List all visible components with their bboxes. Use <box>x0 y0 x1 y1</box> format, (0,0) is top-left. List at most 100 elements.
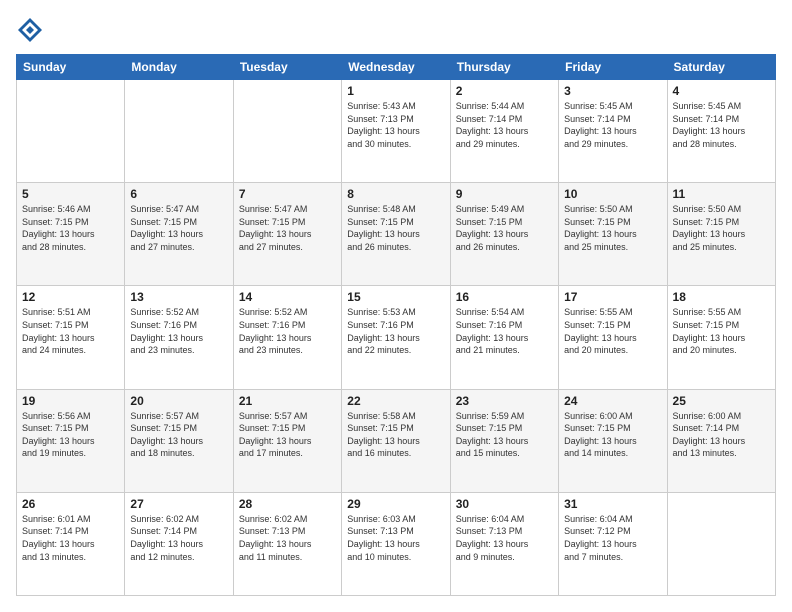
day-info: Sunrise: 5:54 AM Sunset: 7:16 PM Dayligh… <box>456 306 553 356</box>
weekday-header-saturday: Saturday <box>667 55 775 80</box>
calendar-cell: 8Sunrise: 5:48 AM Sunset: 7:15 PM Daylig… <box>342 183 450 286</box>
day-number: 17 <box>564 290 661 304</box>
day-info: Sunrise: 5:53 AM Sunset: 7:16 PM Dayligh… <box>347 306 444 356</box>
day-info: Sunrise: 5:50 AM Sunset: 7:15 PM Dayligh… <box>673 203 770 253</box>
header <box>16 16 776 44</box>
weekday-header-wednesday: Wednesday <box>342 55 450 80</box>
day-number: 16 <box>456 290 553 304</box>
day-info: Sunrise: 6:01 AM Sunset: 7:14 PM Dayligh… <box>22 513 119 563</box>
day-info: Sunrise: 5:52 AM Sunset: 7:16 PM Dayligh… <box>130 306 227 356</box>
calendar-cell: 31 Sunrise: 6:04 AM Sunset: 7:12 PM Dayli… <box>559 492 667 595</box>
day-number: 9 <box>456 187 553 201</box>
day-info: Sunrise: 5:59 AM Sunset: 7:15 PM Dayligh… <box>456 410 553 460</box>
calendar-cell: 16 Sunrise: 5:54 AM Sunset: 7:16 PM Dayli… <box>450 286 558 389</box>
logo-icon <box>16 16 44 44</box>
day-info: Sunrise: 6:02 AM Sunset: 7:13 PM Dayligh… <box>239 513 336 563</box>
day-info: Sunrise: 5:55 AM Sunset: 7:15 PM Dayligh… <box>564 306 661 356</box>
calendar-cell: 21Sunrise: 5:57 AM Sunset: 7:15 PM Dayli… <box>233 389 341 492</box>
calendar-cell: 29Sunrise: 6:03 AM Sunset: 7:13 PM Dayli… <box>342 492 450 595</box>
day-number: 26 <box>22 497 119 511</box>
day-info: Sunrise: 6:02 AM Sunset: 7:14 PM Dayligh… <box>130 513 227 563</box>
logo <box>16 16 48 44</box>
day-number: 7 <box>239 187 336 201</box>
day-number: 4 <box>673 84 770 98</box>
weekday-header-row: SundayMondayTuesdayWednesdayThursdayFrid… <box>17 55 776 80</box>
day-number: 20 <box>130 394 227 408</box>
calendar-cell: 2Sunrise: 5:44 AM Sunset: 7:14 PM Daylig… <box>450 80 558 183</box>
week-row-3: 12 Sunrise: 5:51 AM Sunset: 7:15 PM Dayli… <box>17 286 776 389</box>
day-info: Sunrise: 6:04 AM Sunset: 7:12 PM Dayligh… <box>564 513 661 563</box>
day-info: Sunrise: 5:45 AM Sunset: 7:14 PM Dayligh… <box>673 100 770 150</box>
day-info: Sunrise: 5:47 AM Sunset: 7:15 PM Dayligh… <box>239 203 336 253</box>
day-info: Sunrise: 5:58 AM Sunset: 7:15 PM Dayligh… <box>347 410 444 460</box>
calendar-cell: 17 Sunrise: 5:55 AM Sunset: 7:15 PM Dayli… <box>559 286 667 389</box>
day-info: Sunrise: 5:52 AM Sunset: 7:16 PM Dayligh… <box>239 306 336 356</box>
day-number: 3 <box>564 84 661 98</box>
day-info: Sunrise: 5:51 AM Sunset: 7:15 PM Dayligh… <box>22 306 119 356</box>
day-number: 28 <box>239 497 336 511</box>
calendar-cell <box>667 492 775 595</box>
calendar-cell <box>125 80 233 183</box>
calendar-cell: 6 Sunrise: 5:47 AM Sunset: 7:15 PM Daylig… <box>125 183 233 286</box>
day-number: 14 <box>239 290 336 304</box>
day-info: Sunrise: 5:48 AM Sunset: 7:15 PM Dayligh… <box>347 203 444 253</box>
calendar-cell: 26 Sunrise: 6:01 AM Sunset: 7:14 PM Dayli… <box>17 492 125 595</box>
calendar-cell: 10Sunrise: 5:50 AM Sunset: 7:15 PM Dayli… <box>559 183 667 286</box>
day-number: 30 <box>456 497 553 511</box>
calendar-cell: 27 Sunrise: 6:02 AM Sunset: 7:14 PM Dayli… <box>125 492 233 595</box>
day-info: Sunrise: 5:57 AM Sunset: 7:15 PM Dayligh… <box>239 410 336 460</box>
day-info: Sunrise: 6:00 AM Sunset: 7:15 PM Dayligh… <box>564 410 661 460</box>
calendar-cell: 28 Sunrise: 6:02 AM Sunset: 7:13 PM Dayli… <box>233 492 341 595</box>
day-number: 1 <box>347 84 444 98</box>
day-number: 11 <box>673 187 770 201</box>
calendar-cell: 12 Sunrise: 5:51 AM Sunset: 7:15 PM Dayli… <box>17 286 125 389</box>
calendar-cell: 9 Sunrise: 5:49 AM Sunset: 7:15 PM Daylig… <box>450 183 558 286</box>
day-info: Sunrise: 5:49 AM Sunset: 7:15 PM Dayligh… <box>456 203 553 253</box>
calendar-cell: 30Sunrise: 6:04 AM Sunset: 7:13 PM Dayli… <box>450 492 558 595</box>
day-number: 13 <box>130 290 227 304</box>
calendar-cell <box>17 80 125 183</box>
day-info: Sunrise: 5:50 AM Sunset: 7:15 PM Dayligh… <box>564 203 661 253</box>
day-number: 18 <box>673 290 770 304</box>
day-number: 24 <box>564 394 661 408</box>
calendar-cell: 5Sunrise: 5:46 AM Sunset: 7:15 PM Daylig… <box>17 183 125 286</box>
weekday-header-monday: Monday <box>125 55 233 80</box>
day-info: Sunrise: 5:44 AM Sunset: 7:14 PM Dayligh… <box>456 100 553 150</box>
page: SundayMondayTuesdayWednesdayThursdayFrid… <box>0 0 792 612</box>
day-info: Sunrise: 6:03 AM Sunset: 7:13 PM Dayligh… <box>347 513 444 563</box>
day-info: Sunrise: 5:56 AM Sunset: 7:15 PM Dayligh… <box>22 410 119 460</box>
day-info: Sunrise: 5:57 AM Sunset: 7:15 PM Dayligh… <box>130 410 227 460</box>
day-number: 31 <box>564 497 661 511</box>
day-number: 6 <box>130 187 227 201</box>
calendar-cell: 7 Sunrise: 5:47 AM Sunset: 7:15 PM Daylig… <box>233 183 341 286</box>
calendar-cell: 13 Sunrise: 5:52 AM Sunset: 7:16 PM Dayli… <box>125 286 233 389</box>
day-number: 12 <box>22 290 119 304</box>
calendar-cell: 22 Sunrise: 5:58 AM Sunset: 7:15 PM Dayli… <box>342 389 450 492</box>
day-info: Sunrise: 5:46 AM Sunset: 7:15 PM Dayligh… <box>22 203 119 253</box>
day-info: Sunrise: 5:43 AM Sunset: 7:13 PM Dayligh… <box>347 100 444 150</box>
calendar-cell: 18 Sunrise: 5:55 AM Sunset: 7:15 PM Dayli… <box>667 286 775 389</box>
day-number: 27 <box>130 497 227 511</box>
day-info: Sunrise: 5:47 AM Sunset: 7:15 PM Dayligh… <box>130 203 227 253</box>
calendar-cell <box>233 80 341 183</box>
week-row-1: 1 Sunrise: 5:43 AM Sunset: 7:13 PM Daylig… <box>17 80 776 183</box>
calendar-cell: 4 Sunrise: 5:45 AM Sunset: 7:14 PM Daylig… <box>667 80 775 183</box>
week-row-4: 19 Sunrise: 5:56 AM Sunset: 7:15 PM Dayli… <box>17 389 776 492</box>
calendar-cell: 24 Sunrise: 6:00 AM Sunset: 7:15 PM Dayli… <box>559 389 667 492</box>
weekday-header-friday: Friday <box>559 55 667 80</box>
calendar-cell: 19 Sunrise: 5:56 AM Sunset: 7:15 PM Dayli… <box>17 389 125 492</box>
calendar-cell: 15Sunrise: 5:53 AM Sunset: 7:16 PM Dayli… <box>342 286 450 389</box>
calendar-cell: 3Sunrise: 5:45 AM Sunset: 7:14 PM Daylig… <box>559 80 667 183</box>
day-number: 22 <box>347 394 444 408</box>
calendar-cell: 11 Sunrise: 5:50 AM Sunset: 7:15 PM Dayli… <box>667 183 775 286</box>
calendar-cell: 1 Sunrise: 5:43 AM Sunset: 7:13 PM Daylig… <box>342 80 450 183</box>
day-info: Sunrise: 6:00 AM Sunset: 7:14 PM Dayligh… <box>673 410 770 460</box>
week-row-2: 5Sunrise: 5:46 AM Sunset: 7:15 PM Daylig… <box>17 183 776 286</box>
calendar-cell: 20 Sunrise: 5:57 AM Sunset: 7:15 PM Dayli… <box>125 389 233 492</box>
day-info: Sunrise: 5:55 AM Sunset: 7:15 PM Dayligh… <box>673 306 770 356</box>
day-number: 25 <box>673 394 770 408</box>
calendar: SundayMondayTuesdayWednesdayThursdayFrid… <box>16 54 776 596</box>
calendar-cell: 25 Sunrise: 6:00 AM Sunset: 7:14 PM Dayli… <box>667 389 775 492</box>
calendar-cell: 14 Sunrise: 5:52 AM Sunset: 7:16 PM Dayli… <box>233 286 341 389</box>
day-number: 19 <box>22 394 119 408</box>
